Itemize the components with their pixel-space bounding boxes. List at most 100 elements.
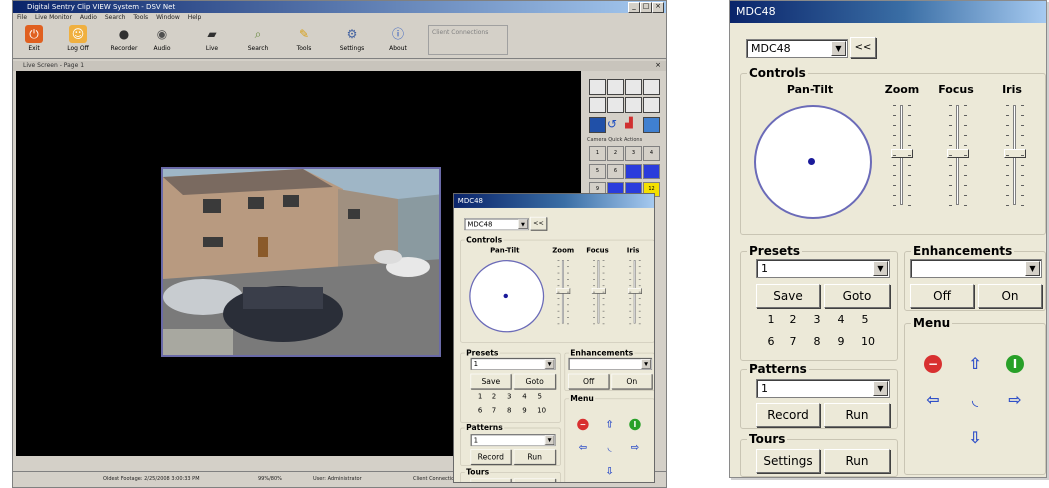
chevron-down-icon[interactable]: ▼ — [1025, 261, 1040, 276]
mini-preset-10[interactable]: 10 — [535, 406, 548, 414]
mini-menu-ok-icon[interactable]: I — [629, 418, 641, 431]
pan-tilt-handle[interactable] — [808, 158, 815, 165]
preset-5[interactable]: 5 — [858, 313, 872, 326]
menu-help[interactable]: Help — [188, 14, 202, 21]
mini-preset-4[interactable]: 4 — [520, 392, 529, 400]
live-button[interactable]: ▰ Live — [193, 24, 231, 58]
menu-window[interactable]: Window — [156, 14, 180, 21]
mini-iris-slider[interactable] — [624, 260, 646, 325]
mini-pattern-run-button[interactable]: Run — [513, 449, 556, 465]
quick-action-3[interactable]: 3 — [625, 146, 642, 161]
mini-mdc48-dialog[interactable]: MDC48 MDC48 ▼ << Controls Pan-Tilt Zoom … — [453, 193, 655, 483]
quick-action-2[interactable]: 2 — [607, 146, 624, 161]
recorder-button[interactable]: ● Recorder — [105, 24, 143, 58]
layout-full-icon[interactable] — [643, 97, 660, 113]
layout-4x4-icon[interactable] — [643, 79, 660, 95]
mini-zoom-slider[interactable] — [552, 260, 574, 325]
mini-chevron-down-icon[interactable]: ▼ — [544, 359, 555, 369]
mini-camera-select[interactable]: MDC48 ▼ — [464, 218, 529, 231]
pattern-run-button[interactable]: Run — [824, 403, 890, 427]
mini-tour-settings-button[interactable]: Settings — [470, 478, 512, 482]
layout-1p7-icon[interactable] — [607, 97, 624, 113]
settings-button[interactable]: ⚙ Settings — [333, 24, 371, 58]
preset-7[interactable]: 7 — [786, 335, 800, 348]
mini-chevron-down-icon[interactable]: ▼ — [641, 359, 651, 369]
mini-preset-select[interactable]: 1 ▼ — [470, 357, 556, 370]
iris-slider[interactable] — [998, 105, 1032, 206]
mini-preset-5[interactable]: 5 — [535, 392, 544, 400]
mini-pan-tilt-handle[interactable] — [503, 293, 508, 299]
mini-menu-enter-icon[interactable]: ◟ — [604, 441, 615, 453]
off-button[interactable]: Off — [910, 284, 974, 308]
quick-action-6[interactable]: 6 — [607, 164, 624, 179]
layout-1p5-icon[interactable] — [589, 97, 606, 113]
save-button[interactable]: Save — [756, 284, 820, 308]
mini-menu-cancel-icon[interactable]: − — [577, 418, 589, 431]
mini-chevron-down-icon[interactable]: ▼ — [518, 219, 528, 229]
mini-on-button[interactable]: On — [611, 373, 653, 389]
quick-action-4[interactable]: 4 — [643, 146, 660, 161]
mini-menu-left-icon[interactable]: ⇦ — [577, 441, 588, 453]
quick-action-5[interactable]: 5 — [589, 164, 606, 179]
layout-1x1-icon[interactable] — [589, 79, 606, 95]
menu-right-icon[interactable]: ⇨ — [1006, 391, 1024, 409]
layout-1p12-icon[interactable] — [625, 97, 642, 113]
tour-settings-button[interactable]: Settings — [756, 449, 820, 473]
preset-2[interactable]: 2 — [786, 313, 800, 326]
mini-preset-7[interactable]: 7 — [490, 406, 499, 414]
zoom-slider[interactable] — [885, 105, 919, 206]
live-screen-close-icon[interactable]: × — [654, 61, 662, 70]
preset-8[interactable]: 8 — [810, 335, 824, 348]
layout-3x3-icon[interactable] — [625, 79, 642, 95]
menu-down-icon[interactable]: ⇩ — [966, 429, 984, 447]
mini-menu-down-icon[interactable]: ⇩ — [604, 465, 615, 477]
quick-action-1[interactable]: 1 — [589, 146, 606, 161]
focus-slider-thumb[interactable] — [947, 149, 969, 158]
mini-save-button[interactable]: Save — [470, 373, 512, 389]
monitor-icon[interactable] — [643, 117, 660, 133]
mini-goto-button[interactable]: Goto — [513, 373, 556, 389]
menu-left-icon[interactable]: ⇦ — [924, 391, 942, 409]
mini-preset-3[interactable]: 3 — [505, 392, 514, 400]
menu-file[interactable]: File — [17, 14, 27, 21]
mini-preset-8[interactable]: 8 — [505, 406, 514, 414]
layout-2x2-icon[interactable] — [607, 79, 624, 95]
search-button[interactable]: ⌕ Search — [239, 24, 277, 58]
preset-9[interactable]: 9 — [834, 335, 848, 348]
mini-off-button[interactable]: Off — [568, 373, 609, 389]
mini-focus-slider[interactable] — [588, 260, 610, 325]
mini-record-button[interactable]: Record — [470, 449, 512, 465]
mini-preset-9[interactable]: 9 — [520, 406, 529, 414]
mini-pattern-select[interactable]: 1 ▼ — [470, 434, 556, 447]
quick-action-7[interactable] — [625, 164, 642, 179]
mini-preset-2[interactable]: 2 — [490, 392, 499, 400]
mini-menu-up-icon[interactable]: ⇧ — [604, 418, 615, 430]
menu-enter-icon[interactable]: ◟ — [966, 391, 984, 409]
record-button[interactable]: Record — [756, 403, 820, 427]
maximize-button[interactable]: □ — [640, 2, 652, 13]
camera-select[interactable]: MDC48 ▼ — [746, 39, 848, 58]
collapse-button[interactable]: << — [850, 37, 876, 58]
tour-run-button[interactable]: Run — [824, 449, 890, 473]
enhancement-select[interactable]: ▼ — [910, 259, 1042, 278]
mini-preset-6[interactable]: 6 — [476, 406, 485, 414]
chevron-down-icon[interactable]: ▼ — [873, 261, 888, 276]
goto-button[interactable]: Goto — [824, 284, 890, 308]
close-button[interactable]: × — [652, 2, 664, 13]
menu-ok-icon[interactable]: I — [1006, 355, 1024, 373]
minimize-button[interactable]: _ — [628, 2, 640, 13]
menu-search[interactable]: Search — [105, 14, 126, 21]
undo-icon[interactable]: ↺ — [607, 117, 622, 131]
pan-tilt-pad[interactable] — [754, 105, 872, 219]
about-button[interactable]: ⓘ About — [379, 24, 417, 58]
mini-tour-run-button[interactable]: Run — [513, 478, 556, 482]
preset-4[interactable]: 4 — [834, 313, 848, 326]
zoom-slider-thumb[interactable] — [891, 149, 913, 158]
preset-select[interactable]: 1 ▼ — [756, 259, 890, 278]
exit-button[interactable]: ⏻ Exit — [15, 24, 53, 58]
chevron-down-icon[interactable]: ▼ — [831, 41, 846, 56]
preset-10[interactable]: 10 — [858, 335, 878, 348]
chart-icon[interactable]: ▟ — [625, 117, 640, 131]
mini-collapse-button[interactable]: << — [530, 216, 547, 231]
menu-up-icon[interactable]: ⇧ — [966, 355, 984, 373]
